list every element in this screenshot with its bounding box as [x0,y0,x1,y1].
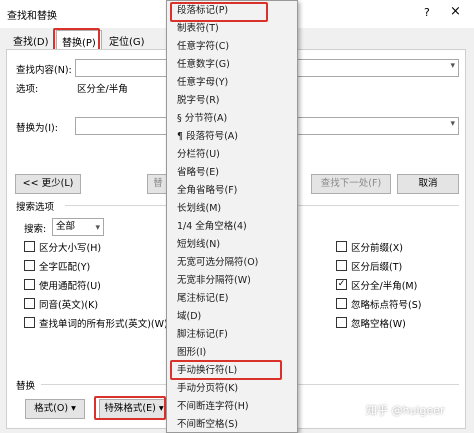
tab-find[interactable]: 查找(D) [8,30,54,50]
highlight-box-paragraph-mark [170,2,268,22]
search-value: 全部 [56,221,76,232]
menu-item-non-breaking-space[interactable]: 不间断空格(S) [177,416,238,433]
find-label: 查找内容(N): [16,65,72,76]
search-select[interactable]: 全部 ▾ [52,218,104,236]
menu-item-any-letter[interactable]: 任意字母(Y) [177,74,228,92]
highlight-box-special [94,396,166,420]
watermark: 知乎 @huigeer [366,404,445,417]
menu-item-manual-page-break[interactable]: 手动分页符(K) [177,380,238,398]
format-button[interactable]: 格式(O) ▾ [25,399,85,419]
ignore-punct-checkbox[interactable] [336,298,347,309]
wildcards-checkbox[interactable] [24,279,35,290]
menu-item-en-dash[interactable]: 短划线(N) [177,236,220,254]
match-case-checkbox[interactable] [24,241,35,252]
less-button[interactable]: << 更少(L) [15,174,81,194]
menu-item-any-char[interactable]: 任意字符(C) [177,38,229,56]
help-icon[interactable]: ? [424,6,430,19]
ignore-punct-label: 忽略标点符号(S) [351,300,422,311]
match-suffix-label: 区分后缀(T) [351,262,403,273]
replace-label: 替换为(I): [16,123,58,134]
search-label: 搜索: [24,224,47,235]
menu-item-fullwidth-ellipsis[interactable]: 全角省略号(F) [177,182,237,200]
find-next-button[interactable]: 查找下一处(F) [311,174,391,194]
chevron-down-icon[interactable]: ▾ [450,119,455,129]
chevron-down-icon[interactable]: ▾ [450,61,455,71]
menu-item-any-digit[interactable]: 任意数字(G) [177,56,230,74]
options-value: 区分全/半角 [77,84,128,95]
word-forms-checkbox[interactable] [24,317,35,328]
menu-item-em-dash[interactable]: 长划线(M) [177,200,221,218]
menu-item-column-break[interactable]: 分栏符(U) [177,146,220,164]
window-title: 查找和替换 [7,11,57,22]
whole-word-checkbox[interactable] [24,260,35,271]
menu-item-ellipsis[interactable]: 省略号(E) [177,164,219,182]
menu-item-tab[interactable]: 制表符(T) [177,20,219,38]
caret-down-icon: ▾ [71,403,76,414]
ignore-space-label: 忽略空格(W) [351,319,406,330]
menu-item-footnote-mark[interactable]: 脚注标记(F) [177,326,228,344]
menu-item-zero-width-non-break[interactable]: 无宽非分隔符(W) [177,272,251,290]
match-prefix-checkbox[interactable] [336,241,347,252]
checkmark-icon: ✓ [337,279,346,289]
menu-item-field[interactable]: 域(D) [177,308,201,326]
match-width-label: 区分全/半角(M) [351,281,418,292]
menu-item-section-char[interactable]: § 分节符(A) [177,110,227,128]
menu-item-paragraph-char[interactable]: ¶ 段落符号(A) [177,128,238,146]
wildcards-label: 使用通配符(U) [39,281,101,292]
highlight-box-line-break [170,360,282,380]
whole-word-label: 全字匹配(Y) [39,262,91,273]
format-label: 格式(O) [34,403,69,414]
cancel-button[interactable]: 取消 [397,174,459,194]
close-icon[interactable]: × [450,4,461,19]
menu-item-caret[interactable]: 脱字号(R) [177,92,220,110]
tab-goto[interactable]: 定位(G) [104,30,150,50]
match-suffix-checkbox[interactable] [336,260,347,271]
sounds-like-label: 同音(英文)(K) [39,300,99,311]
match-width-checkbox[interactable]: ✓ [336,279,347,290]
replace-section-title: 替换 [16,381,36,392]
sounds-like-checkbox[interactable] [24,298,35,309]
menu-item-quarter-em-space[interactable]: 1/4 全角空格(4) [177,218,247,236]
match-prefix-label: 区分前缀(X) [351,243,403,254]
search-options-title: 搜索选项 [16,202,55,213]
menu-item-non-breaking-hyphen[interactable]: 不间断连字符(H) [177,398,249,416]
menu-item-endnote-mark[interactable]: 尾注标记(E) [177,290,228,308]
chevron-down-icon[interactable]: ▾ [95,220,100,236]
options-label: 选项: [16,84,39,95]
word-forms-label: 查找单词的所有形式(英文)(W) [39,319,168,330]
match-case-label: 区分大小写(H) [39,243,102,254]
ignore-space-checkbox[interactable] [336,317,347,328]
menu-item-zero-width-optional-break[interactable]: 无宽可选分隔符(O) [177,254,258,272]
